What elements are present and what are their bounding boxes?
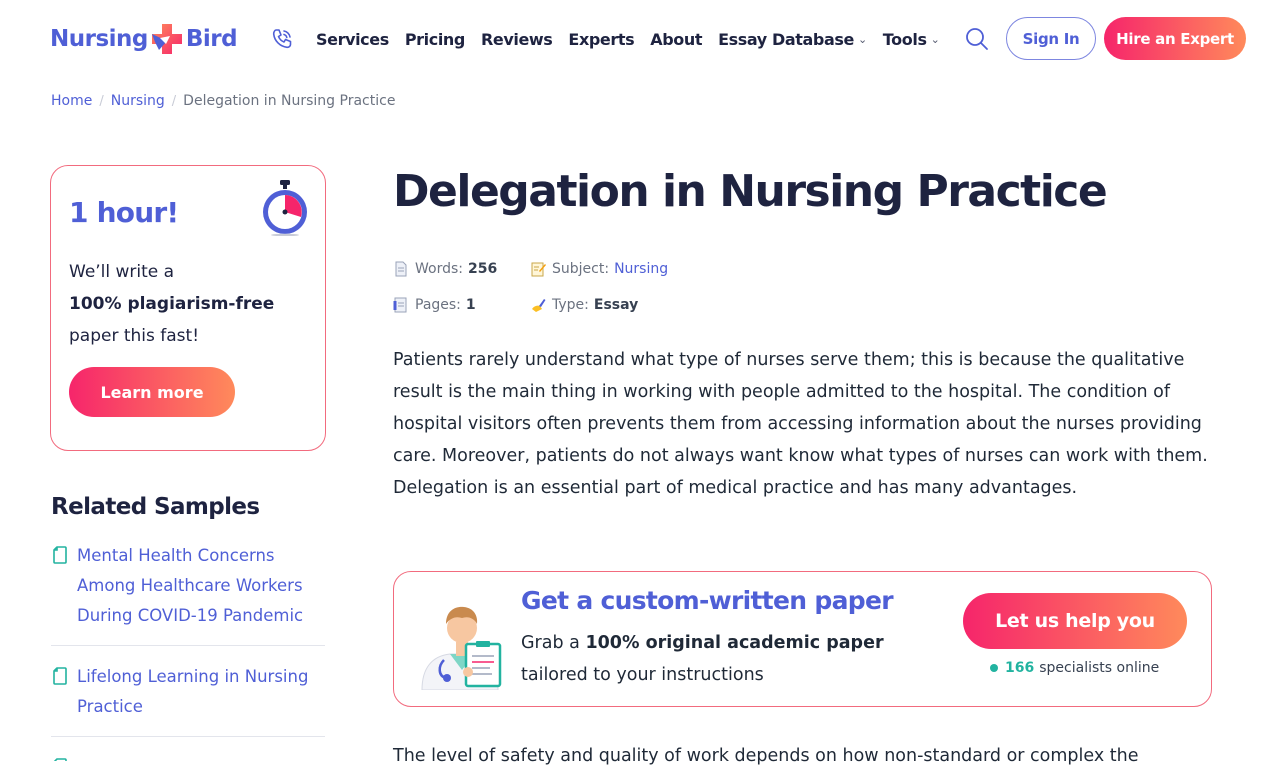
divider	[51, 736, 325, 737]
breadcrumb-current: Delegation in Nursing Practice	[183, 93, 396, 109]
subject-link[interactable]: Nursing	[614, 261, 668, 277]
stopwatch-icon	[263, 180, 307, 236]
cta-title: Get a custom-written paper	[521, 586, 894, 615]
pages-icon	[393, 297, 407, 313]
nav-essay-database[interactable]: Essay Database ⌄	[718, 28, 867, 50]
nav-about[interactable]: About	[650, 28, 702, 50]
writing-hand-icon	[532, 299, 546, 312]
custom-paper-cta: Get a custom-written paper Grab a 100% o…	[393, 571, 1212, 707]
promo-title: 1 hour!	[69, 196, 179, 229]
nav-pricing[interactable]: Pricing	[405, 28, 466, 50]
nav-services[interactable]: Services	[316, 28, 389, 50]
chevron-down-icon: ⌄	[857, 32, 867, 46]
specialists-online-status: 166 specialists online	[990, 660, 1159, 676]
breadcrumb: Home / Nursing / Delegation in Nursing P…	[51, 91, 395, 111]
logo-text-right: Bird	[185, 26, 238, 52]
breadcrumb-home[interactable]: Home	[51, 93, 92, 109]
logo-bird-cross-icon	[151, 24, 182, 54]
nav-experts[interactable]: Experts	[568, 28, 634, 50]
cta-text: Grab a 100% original academic paper tail…	[521, 633, 884, 685]
logo-text-left: Nursing	[50, 26, 148, 52]
article-paragraph: Patients rarely understand what type of …	[393, 350, 1208, 498]
nav-reviews[interactable]: Reviews	[481, 28, 553, 50]
online-dot-icon	[990, 664, 998, 672]
related-samples-title: Related Samples	[51, 494, 260, 520]
breadcrumb-nursing[interactable]: Nursing	[111, 93, 165, 109]
doctor-illustration-icon	[421, 606, 502, 690]
main-nav: Services Pricing Reviews Experts About E…	[316, 28, 955, 50]
page-title: Delegation in Nursing Practice	[393, 166, 1108, 217]
document-icon	[53, 546, 67, 564]
meta-type: Type: Essay	[530, 295, 638, 315]
document-icon	[53, 667, 67, 685]
meta-subject: Subject: Nursing	[530, 259, 668, 279]
search-icon[interactable]	[964, 26, 990, 52]
promo-card: 1 hour! We’ll write a 100% plagiarism-fr…	[50, 165, 326, 451]
let-us-help-button[interactable]: Let us help you	[963, 593, 1187, 649]
phone-icon[interactable]	[270, 27, 294, 51]
breadcrumb-separator: /	[99, 93, 104, 109]
promo-text: We’ll write a 100% plagiarism-free paper…	[69, 262, 275, 346]
divider	[51, 645, 325, 646]
hire-expert-button[interactable]: Hire an Expert	[1104, 17, 1246, 60]
meta-words: Words: 256	[393, 259, 497, 279]
related-item-partial[interactable]	[51, 753, 325, 761]
sign-in-button[interactable]: Sign In	[1006, 17, 1096, 60]
site-header: Nursing Bird Services Pricing Reviews Ex…	[0, 0, 1280, 78]
memo-icon	[531, 262, 546, 277]
site-logo[interactable]: Nursing Bird	[50, 22, 238, 56]
breadcrumb-separator: /	[171, 93, 177, 109]
related-item[interactable]: Mental Health Concerns Among Healthcare …	[51, 541, 325, 631]
document-icon	[395, 261, 407, 277]
meta-pages: Pages: 1	[393, 295, 476, 315]
related-samples-list: Mental Health Concerns Among Healthcare …	[51, 541, 325, 761]
chevron-down-icon: ⌄	[930, 32, 940, 46]
learn-more-button[interactable]: Learn more	[69, 367, 235, 417]
nav-tools[interactable]: Tools ⌄	[883, 28, 940, 50]
article-paragraph: The level of safety and quality of work …	[393, 746, 1139, 766]
related-item[interactable]: Lifelong Learning in Nursing Practice	[51, 662, 325, 722]
document-icon	[53, 758, 67, 761]
